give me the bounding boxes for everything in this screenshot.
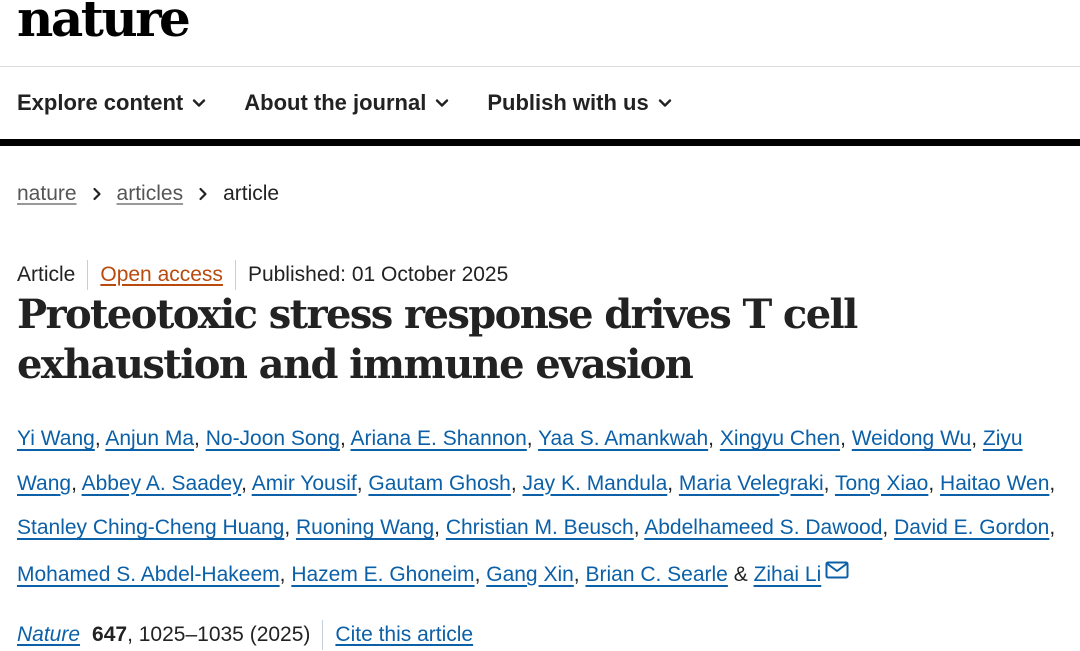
article-type: Article: [17, 263, 76, 286]
author-link[interactable]: Gautam Ghosh: [368, 472, 510, 495]
author-separator: ,: [339, 427, 351, 450]
breadcrumb: nature articles article: [17, 182, 279, 206]
breadcrumb-articles[interactable]: articles: [117, 182, 184, 206]
nav-item-label: Publish with us: [487, 90, 649, 115]
author-link[interactable]: Gang Xin: [486, 563, 574, 586]
nav-explore-content[interactable]: Explore content: [17, 90, 206, 116]
journal-link[interactable]: Nature: [17, 623, 80, 647]
author-separator: ,: [279, 562, 292, 586]
author-link[interactable]: Abdelhameed S. Dawood: [644, 516, 882, 539]
author-separator: ,: [526, 427, 539, 450]
author-separator: ,: [284, 516, 297, 539]
author-link[interactable]: Ariana E. Shannon: [351, 427, 527, 450]
author-separator: ,: [823, 471, 835, 495]
author-separator: ,: [882, 516, 895, 539]
author-separator: &: [727, 562, 754, 586]
chevron-down-icon: [658, 96, 672, 110]
chevron-down-icon: [192, 96, 206, 110]
author-link[interactable]: Zihai Li: [754, 563, 822, 586]
article-meta: Article Open access Published: 01 Octobe…: [17, 260, 508, 290]
nav-about-journal[interactable]: About the journal: [244, 90, 449, 116]
author-separator: ,: [474, 562, 487, 586]
author-separator: ,: [510, 471, 523, 495]
author-link[interactable]: Christian M. Beusch: [446, 516, 634, 539]
nature-logo[interactable]: nature: [17, 0, 191, 44]
nav-item-label: About the journal: [244, 90, 427, 115]
cite-this-article-link[interactable]: Cite this article: [335, 623, 473, 647]
meta-divider: [87, 260, 89, 290]
author-link[interactable]: Abbey A. Saadey: [82, 472, 242, 495]
chevron-right-icon: [90, 187, 104, 201]
chevron-down-icon: [435, 96, 449, 110]
volume: 647: [92, 623, 128, 646]
author-link[interactable]: Maria Velegraki: [679, 472, 824, 495]
author-link[interactable]: Hazem E. Ghoneim: [291, 563, 474, 586]
author-link[interactable]: Anjun Ma: [105, 427, 194, 450]
author-separator: ,: [71, 471, 82, 495]
author-link[interactable]: Weidong Wu: [852, 427, 971, 450]
author-link[interactable]: Jay K. Mandula: [523, 472, 668, 495]
citation-divider: [322, 620, 324, 650]
author-separator: ,: [840, 427, 852, 450]
author-link[interactable]: Tong Xiao: [835, 472, 928, 495]
author-separator: ,: [94, 427, 106, 450]
article-title: Proteotoxic stress response drives T cel…: [17, 291, 858, 388]
author-link[interactable]: Mohamed S. Abdel-Hakeem: [17, 563, 280, 586]
author-separator: ,: [241, 471, 252, 495]
author-link[interactable]: Yaa S. Amankwah: [538, 427, 708, 450]
nav-publish-with-us[interactable]: Publish with us: [487, 90, 671, 116]
author-link[interactable]: Stanley Ching-Cheng Huang: [17, 516, 284, 539]
author-link[interactable]: Haitao Wen: [940, 472, 1049, 495]
pages-year: , 1025–1035 (2025): [127, 623, 311, 646]
citation: Nature 647 , 1025–1035 (2025) Cite this …: [17, 620, 473, 650]
author-link[interactable]: Yi Wang: [17, 427, 95, 450]
author-list: Yi Wang, Anjun Ma, No-Joon Song, Ariana …: [17, 417, 1075, 597]
chevron-right-icon: [196, 187, 210, 201]
author-separator: ,: [194, 427, 206, 450]
masthead: nature: [0, 0, 1080, 67]
author-separator: ,: [667, 471, 679, 495]
breadcrumb-nature[interactable]: nature: [17, 182, 77, 206]
published-date: Published: 01 October 2025: [247, 263, 509, 286]
nav-item-label: Explore content: [17, 90, 184, 115]
author-separator: ,: [356, 471, 369, 495]
author-separator: ,: [434, 516, 446, 539]
author-separator: ,: [971, 427, 983, 450]
open-access-link[interactable]: Open access: [100, 263, 223, 287]
author-link[interactable]: David E. Gordon: [894, 516, 1049, 539]
author-link[interactable]: Xingyu Chen: [720, 427, 840, 450]
breadcrumb-current: article: [223, 182, 280, 205]
author-link[interactable]: Ruoning Wang: [296, 516, 434, 539]
meta-divider: [234, 260, 236, 290]
author-separator: ,: [573, 562, 586, 586]
mail-icon[interactable]: [825, 551, 849, 578]
author-separator: ,: [633, 516, 645, 539]
author-link[interactable]: Amir Yousif: [252, 472, 357, 495]
author-separator: ,: [1049, 471, 1056, 495]
author-separator: ,: [708, 427, 720, 450]
author-separator: ,: [928, 471, 941, 495]
author-link[interactable]: Brian C. Searle: [585, 563, 727, 586]
author-link[interactable]: No-Joon Song: [206, 427, 340, 450]
main-nav: Explore content About the journal Publis…: [0, 67, 1080, 146]
author-separator: ,: [1049, 516, 1056, 539]
